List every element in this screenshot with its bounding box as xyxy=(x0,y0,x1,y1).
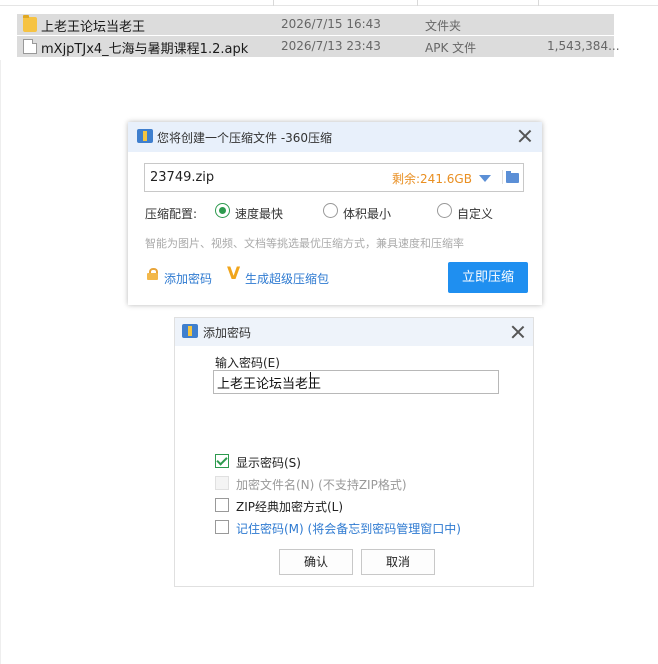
show-password-checkbox[interactable] xyxy=(215,454,229,468)
file-row-folder[interactable]: 上老王论坛当老王 2026/7/15 16:43 文件夹 xyxy=(17,14,614,35)
close-icon[interactable] xyxy=(518,129,532,143)
compress-now-button[interactable]: 立即压缩 xyxy=(448,262,528,293)
remember-password-label[interactable]: 记住密码(M) (将会备忘到密码管理窗口中) xyxy=(236,520,461,537)
archive-icon xyxy=(137,129,153,143)
file-name: mXjpTJx4_七海与暑期课程1.2.apk xyxy=(41,42,249,57)
compress-dialog: 您将创建一个压缩文件 -360压缩 23749.zip 剩余:241.6GB 压… xyxy=(128,122,542,305)
file-type: APK 文件 xyxy=(425,41,477,55)
zip-classic-encryption-label[interactable]: ZIP经典加密方式(L) xyxy=(236,498,343,515)
radio-fastest-label[interactable]: 速度最快 xyxy=(235,205,283,222)
ok-button[interactable]: 确认 xyxy=(279,549,353,575)
file-list: 上老王论坛当老王 2026/7/15 16:43 文件夹 mXjpTJx4_七海… xyxy=(0,0,658,60)
browse-folder-button[interactable] xyxy=(502,170,519,184)
password-input-label: 输入密码(E) xyxy=(215,356,280,370)
lock-icon[interactable] xyxy=(146,268,159,280)
column-separator[interactable] xyxy=(538,0,539,6)
cancel-button[interactable]: 取消 xyxy=(361,549,435,575)
text-caret xyxy=(310,372,311,388)
compress-dialog-titlebar[interactable]: 您将创建一个压缩文件 -360压缩 xyxy=(128,122,542,152)
folder-icon xyxy=(506,171,519,183)
password-input[interactable] xyxy=(213,370,499,394)
free-space-label: 剩余:241.6GB xyxy=(392,172,472,186)
chevron-down-icon[interactable] xyxy=(479,175,491,182)
encrypt-filenames-checkbox xyxy=(215,476,229,490)
archive-path-field[interactable]: 23749.zip 剩余:241.6GB xyxy=(144,163,524,192)
radio-fastest[interactable] xyxy=(215,203,230,218)
compress-hint: 智能为图片、视频、文档等挑选最优压缩方式，兼具速度和压缩率 xyxy=(145,237,464,250)
add-password-dialog: 添加密码 输入密码(E) 显示密码(S) 加密文件名(N) (不支持ZIP格式)… xyxy=(174,317,534,587)
show-password-label[interactable]: 显示密码(S) xyxy=(236,454,301,471)
radio-custom[interactable] xyxy=(437,203,452,218)
remember-password-checkbox[interactable] xyxy=(215,520,229,534)
zip-classic-encryption-checkbox[interactable] xyxy=(215,498,229,512)
file-date: 2026/7/15 16:43 xyxy=(281,17,381,31)
compress-config-label: 压缩配置: xyxy=(145,207,198,221)
file-date: 2026/7/13 23:43 xyxy=(281,39,381,53)
compress-dialog-title: 您将创建一个压缩文件 -360压缩 xyxy=(157,131,333,145)
file-row-apk[interactable]: mXjpTJx4_七海与暑期课程1.2.apk 2026/7/13 23:43 … xyxy=(17,36,620,57)
radio-smallest-label[interactable]: 体积最小 xyxy=(343,205,391,222)
column-separator[interactable] xyxy=(273,0,274,6)
archive-icon xyxy=(182,324,198,338)
super-package-link[interactable]: 生成超级压缩包 xyxy=(245,270,329,287)
radio-smallest[interactable] xyxy=(323,203,338,218)
window-edge xyxy=(0,60,1,664)
add-password-link[interactable]: 添加密码 xyxy=(164,270,212,287)
file-name: 上老王论坛当老王 xyxy=(41,20,146,35)
close-icon[interactable] xyxy=(511,325,525,339)
desktop-window: 上老王论坛当老王 2026/7/15 16:43 文件夹 mXjpTJx4_七海… xyxy=(0,0,658,664)
vip-v-icon[interactable]: V xyxy=(227,264,240,284)
folder-icon xyxy=(23,15,37,32)
column-separator[interactable] xyxy=(417,0,418,6)
password-dialog-title: 添加密码 xyxy=(203,326,252,340)
file-size: 1,543,384... xyxy=(547,39,620,53)
archive-filename[interactable]: 23749.zip xyxy=(150,170,214,185)
file-type: 文件夹 xyxy=(425,19,462,33)
apk-file-icon xyxy=(23,39,37,54)
password-dialog-titlebar[interactable]: 添加密码 xyxy=(175,318,533,346)
encrypt-filenames-label: 加密文件名(N) (不支持ZIP格式) xyxy=(236,478,407,492)
radio-custom-label[interactable]: 自定义 xyxy=(457,205,493,222)
column-header xyxy=(0,0,658,6)
